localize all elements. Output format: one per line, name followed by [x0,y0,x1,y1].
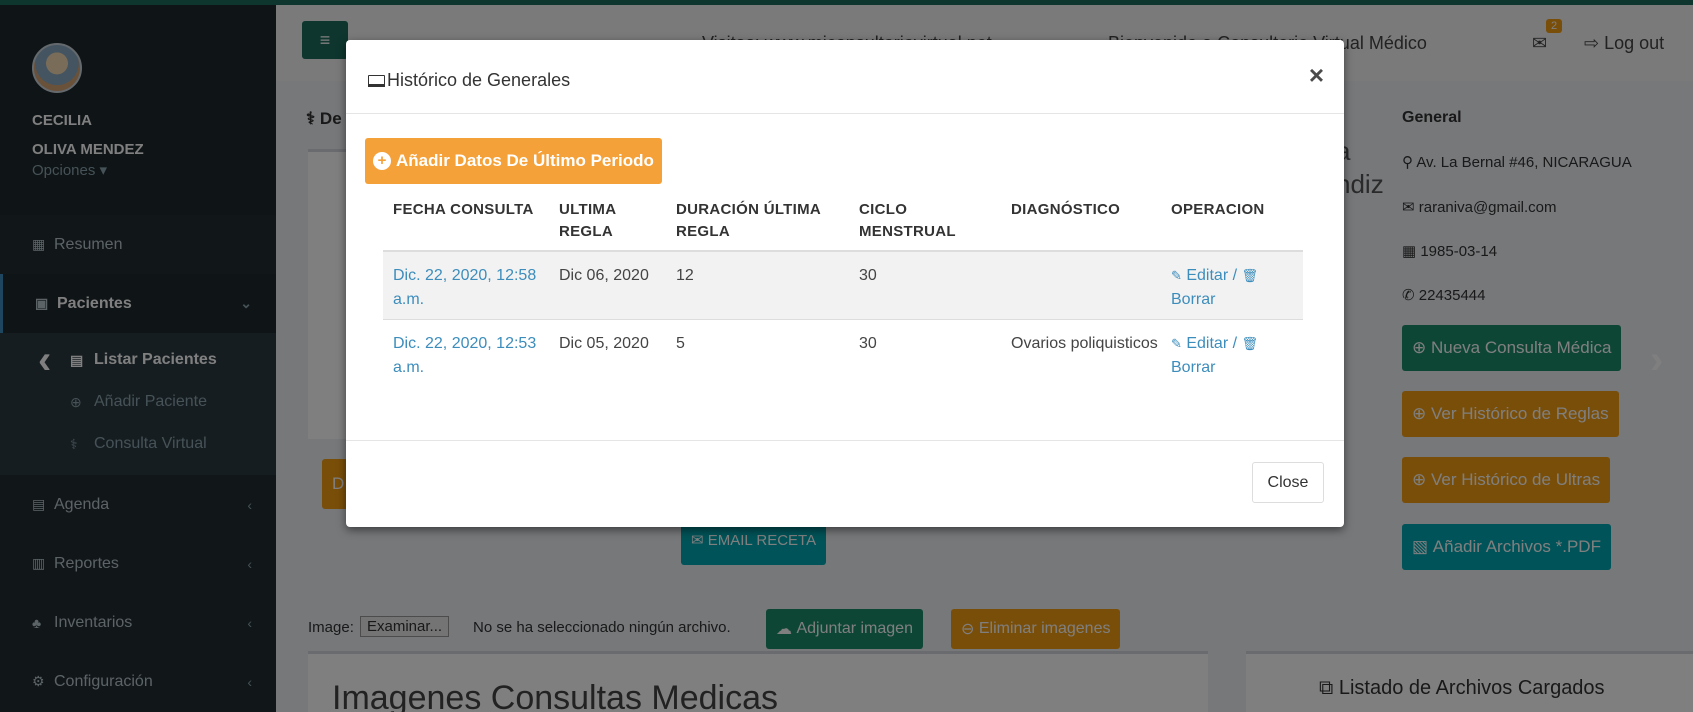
diagnosis-cell [1001,252,1161,319]
modal-title: Histórico de Generales [368,70,570,91]
consult-date-link[interactable]: Dic. 22, 2020, 12:53 a.m. [383,320,549,388]
laptop-icon [368,74,385,87]
column-header-ciclo: CICLO MENSTRUAL [859,201,956,240]
column-header-duracion: DURACIÓN ÚLTIMA REGLA [676,201,821,240]
delete-label: Borrar [1171,291,1216,308]
last-period-cell: Dic 06, 2020 [559,267,649,284]
last-period-cell: Dic 05, 2020 [559,335,649,352]
cycle-cell: 30 [859,335,877,352]
column-header-fecha: FECHA CONSULTA [393,201,534,218]
edit-label: Editar / [1186,267,1238,284]
history-modal: Histórico de Generales × + Añadir Datos … [346,40,1344,527]
table-row: Dic. 22, 2020, 12:53 a.m. Dic 05, 2020 5… [383,320,1303,388]
modal-title-text: Histórico de Generales [387,70,571,90]
diagnosis-cell: Ovarios poliquisticos [1011,335,1158,352]
duration-cell: 12 [676,267,694,284]
plus-circle-icon: + [373,152,391,170]
column-header-diagnostico: DIAGNÓSTICO [1011,201,1121,218]
trash-icon: 🗑 [1241,268,1259,283]
column-header-ultima-regla: ULTIMA REGLA [559,201,616,240]
close-icon[interactable]: × [1309,60,1324,91]
column-header-operacion: OPERACION [1171,201,1265,218]
consult-date-link[interactable]: Dic. 22, 2020, 12:58 a.m. [383,252,549,319]
history-table: FECHA CONSULTA ULTIMA REGLA DURACIÓN ÚLT… [383,184,1303,388]
modal-header: Histórico de Generales × [346,40,1344,114]
add-last-period-label: Añadir Datos De Último Periodo [396,151,654,170]
table-header: FECHA CONSULTA ULTIMA REGLA DURACIÓN ÚLT… [383,184,1303,252]
cycle-cell: 30 [859,267,877,284]
edit-link[interactable]: ✎ Editar / [1171,335,1237,352]
edit-link[interactable]: ✎ Editar / [1171,267,1237,284]
duration-cell: 5 [676,335,685,352]
trash-icon: 🗑 [1241,336,1259,351]
operation-cell: ✎ Editar / 🗑 Borrar [1161,252,1303,319]
delete-label: Borrar [1171,359,1216,376]
operation-cell: ✎ Editar / 🗑 Borrar [1161,320,1303,388]
modal-footer: Close [346,441,1344,526]
pencil-icon: ✎ [1171,268,1182,283]
close-button[interactable]: Close [1252,462,1324,503]
pencil-icon: ✎ [1171,336,1182,351]
add-last-period-button[interactable]: + Añadir Datos De Último Periodo [365,138,662,184]
table-row: Dic. 22, 2020, 12:58 a.m. Dic 06, 2020 1… [383,252,1303,320]
modal-body: + Añadir Datos De Último Periodo FECHA C… [346,114,1344,441]
edit-label: Editar / [1186,335,1238,352]
